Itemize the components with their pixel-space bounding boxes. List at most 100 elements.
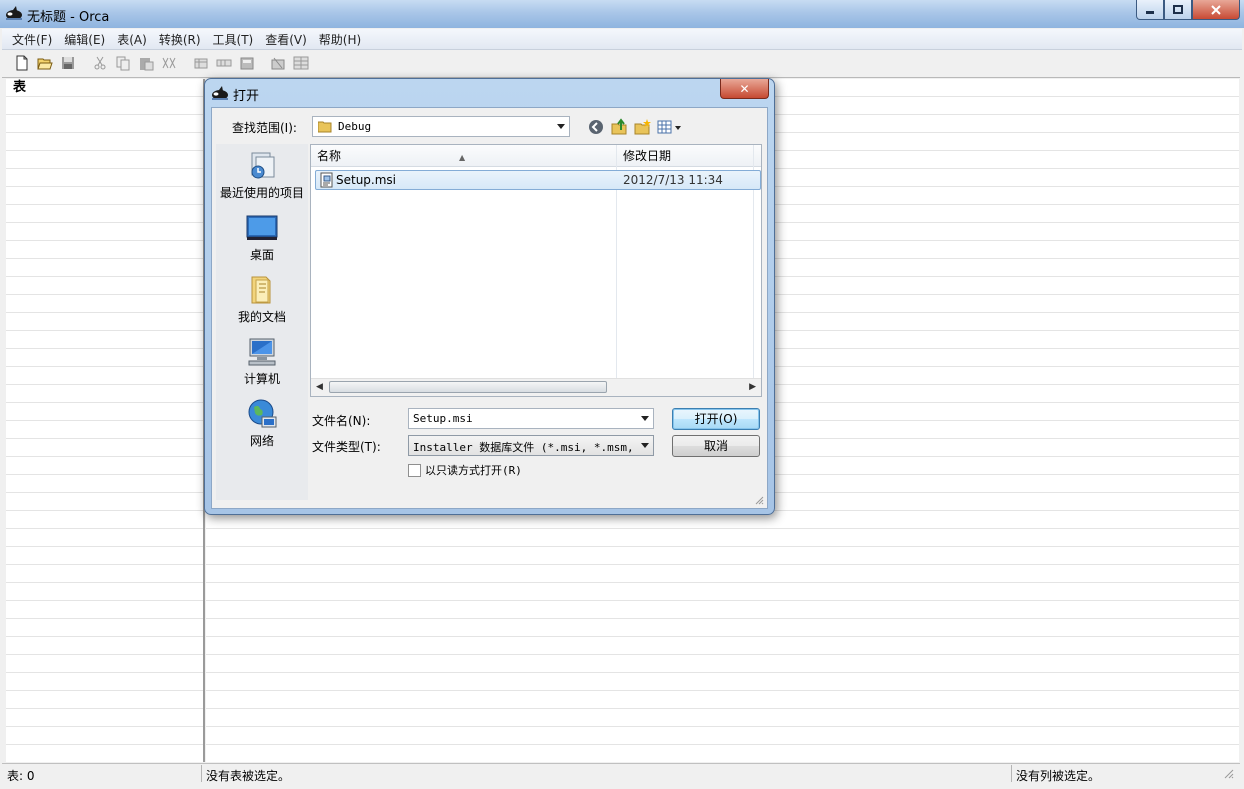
chevron-down-icon xyxy=(641,443,649,448)
add-row-icon[interactable] xyxy=(216,55,232,71)
place-computer-label: 计算机 xyxy=(243,372,280,386)
checkbox-box[interactable] xyxy=(408,463,421,477)
computer-icon xyxy=(248,338,276,366)
horizontal-scrollbar[interactable]: ◀ ▶ xyxy=(311,378,761,396)
network-globe-icon xyxy=(248,399,277,428)
column-name-label: 名称 xyxy=(317,149,342,163)
orca-app-icon xyxy=(6,6,22,20)
column-date-label: 修改日期 xyxy=(623,149,672,163)
file-row[interactable]: Setup.msi 2012/7/13 11:34 xyxy=(315,170,761,190)
merge-icon[interactable] xyxy=(293,55,309,71)
place-desktop-label: 桌面 xyxy=(249,248,274,262)
tables-pane-header: 表 xyxy=(6,79,203,96)
filetype-label: 文件类型(T): xyxy=(312,440,381,454)
place-recent[interactable]: 最近使用的项目 xyxy=(216,150,308,201)
status-no-column-selected: 没有列被选定。 xyxy=(1016,769,1101,783)
column-header-type[interactable] xyxy=(754,145,761,167)
chevron-down-icon xyxy=(557,124,565,129)
menu-tables[interactable]: 表(A) xyxy=(111,31,153,48)
window-title: 无标题 - Orca xyxy=(27,10,110,25)
place-recent-label: 最近使用的项目 xyxy=(219,186,304,200)
minimize-icon xyxy=(1146,10,1154,14)
orca-main-window: 无标题 - Orca 文件(F) 编辑(E) 表(A) 转换(R) 工具(T) … xyxy=(0,0,1244,789)
close-button[interactable] xyxy=(1192,0,1240,20)
back-icon[interactable] xyxy=(587,118,605,136)
cut-icon[interactable] xyxy=(92,55,108,71)
status-divider xyxy=(1011,765,1012,782)
scroll-left-icon[interactable]: ◀ xyxy=(316,382,323,392)
desktop-icon xyxy=(246,215,278,240)
up-folder-icon[interactable] xyxy=(610,118,628,136)
place-network-label: 网络 xyxy=(249,434,274,448)
dialog-resize-grip-icon[interactable] xyxy=(754,495,764,505)
scrollbar-thumb[interactable] xyxy=(329,381,607,393)
place-network[interactable]: 网络 xyxy=(216,398,308,449)
new-folder-icon[interactable] xyxy=(633,118,651,136)
chevron-down-icon[interactable] xyxy=(641,416,649,421)
places-bar: 最近使用的项目 桌面 我的文档 计算机 网络 xyxy=(216,144,308,500)
maximize-icon xyxy=(1173,4,1183,14)
open-file-dialog: 打开 ✕ 查找范围(I): Debug 最近使用的项目 桌面 我的文档 计算机 … xyxy=(204,78,775,515)
add-table-icon[interactable] xyxy=(193,55,209,71)
place-documents-label: 我的文档 xyxy=(237,310,286,324)
window-controls xyxy=(1136,0,1240,20)
place-documents[interactable]: 我的文档 xyxy=(216,274,308,325)
drop-row-icon[interactable] xyxy=(239,55,255,71)
title-bar[interactable]: 无标题 - Orca xyxy=(0,0,1244,28)
menu-help[interactable]: 帮助(H) xyxy=(313,31,367,48)
recent-items-icon xyxy=(251,152,275,179)
filename-label: 文件名(N): xyxy=(312,414,371,428)
column-header-name[interactable]: 名称 ▲ xyxy=(311,145,616,167)
cancel-button[interactable]: 取消 xyxy=(672,435,760,457)
look-in-label: 查找范围(I): xyxy=(232,121,297,135)
folder-icon xyxy=(318,121,332,133)
open-folder-icon[interactable] xyxy=(37,55,53,71)
look-in-combo[interactable]: Debug xyxy=(312,116,570,137)
status-bar: 表: 0 没有表被选定。 没有列被选定。 xyxy=(2,763,1240,784)
resize-grip-icon[interactable] xyxy=(1222,767,1234,779)
copy-icon[interactable] xyxy=(115,55,131,71)
close-icon xyxy=(1211,4,1221,15)
msi-file-icon xyxy=(320,172,333,188)
save-icon[interactable] xyxy=(60,55,76,71)
status-divider xyxy=(201,765,202,782)
filename-input[interactable]: Setup.msi xyxy=(408,408,654,429)
readonly-label: 以只读方式打开(R) xyxy=(425,464,522,477)
dialog-body: 查找范围(I): Debug 最近使用的项目 桌面 我的文档 计算机 网络 名称… xyxy=(211,107,768,509)
status-no-table-selected: 没有表被选定。 xyxy=(206,769,291,783)
file-list[interactable]: 名称 ▲ 修改日期 Setup.msi 2012/7/13 11:34 ◀ ▶ xyxy=(310,144,762,397)
menu-tools[interactable]: 工具(T) xyxy=(207,31,260,48)
new-document-icon[interactable] xyxy=(14,55,30,71)
paste-icon[interactable] xyxy=(138,55,154,71)
menu-file[interactable]: 文件(F) xyxy=(2,31,58,48)
menu-bar: 文件(F) 编辑(E) 表(A) 转换(R) 工具(T) 查看(V) 帮助(H) xyxy=(2,29,1242,50)
tables-pane[interactable]: 表 xyxy=(6,79,205,762)
column-header-date[interactable]: 修改日期 xyxy=(617,145,753,167)
sort-ascending-icon: ▲ xyxy=(459,153,466,162)
menu-edit[interactable]: 编辑(E) xyxy=(58,31,111,48)
view-menu-icon[interactable] xyxy=(656,118,684,136)
toolbar xyxy=(2,50,1240,78)
place-computer[interactable]: 计算机 xyxy=(216,336,308,387)
filetype-value: Installer 数据库文件 (*.msi, *.msm, * xyxy=(413,441,638,454)
validate-icon[interactable] xyxy=(270,55,286,71)
orca-dialog-icon xyxy=(212,86,228,100)
menu-view[interactable]: 查看(V) xyxy=(259,31,313,48)
dialog-close-button[interactable]: ✕ xyxy=(720,79,769,99)
filetype-select[interactable]: Installer 数据库文件 (*.msi, *.msm, * xyxy=(408,435,654,456)
look-in-value: Debug xyxy=(338,120,372,133)
close-icon: ✕ xyxy=(739,81,750,96)
readonly-checkbox[interactable]: 以只读方式打开(R) xyxy=(408,462,522,478)
status-table-count: 表: 0 xyxy=(7,769,35,783)
dialog-title: 打开 xyxy=(233,89,260,104)
scroll-right-icon[interactable]: ▶ xyxy=(749,382,756,392)
menu-transform[interactable]: 转换(R) xyxy=(153,31,207,48)
file-date: 2012/7/13 11:34 xyxy=(623,173,723,187)
maximize-button[interactable] xyxy=(1164,0,1192,20)
clear-icon[interactable] xyxy=(161,55,177,71)
open-button[interactable]: 打开(O) xyxy=(672,408,760,430)
place-desktop[interactable]: 桌面 xyxy=(216,212,308,263)
filename-value: Setup.msi xyxy=(413,412,473,425)
file-name: Setup.msi xyxy=(336,173,397,187)
minimize-button[interactable] xyxy=(1136,0,1164,20)
